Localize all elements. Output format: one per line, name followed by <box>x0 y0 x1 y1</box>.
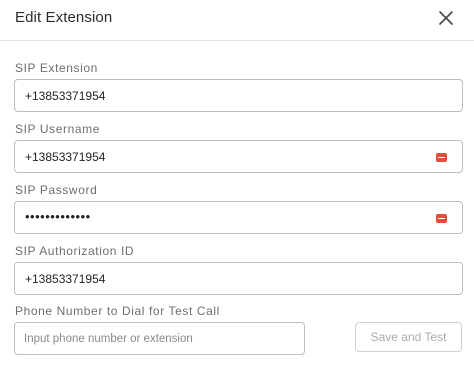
test-call-label: Phone Number to Dial for Test Call <box>15 304 220 318</box>
edit-extension-dialog: Edit Extension SIP Extension +1385337195… <box>0 0 474 366</box>
sip-extension-label: SIP Extension <box>15 61 98 75</box>
save-and-test-button[interactable]: Save and Test <box>355 322 462 352</box>
sip-username-label: SIP Username <box>15 122 101 136</box>
close-button[interactable] <box>434 7 458 31</box>
sip-password-field[interactable]: ••••••••••••• <box>14 201 463 234</box>
sip-authorization-id-value: +13853371954 <box>25 272 106 286</box>
sip-password-value: ••••••••••••• <box>25 209 91 224</box>
test-call-phone-input[interactable] <box>14 322 305 355</box>
sip-extension-value: +13853371954 <box>25 89 106 103</box>
password-manager-icon[interactable] <box>436 214 447 223</box>
close-icon <box>439 11 453 25</box>
sip-username-value: +13853371954 <box>25 150 106 164</box>
dialog-header: Edit Extension <box>0 0 474 41</box>
sip-password-label: SIP Password <box>15 183 98 197</box>
password-manager-icon[interactable] <box>436 153 447 162</box>
dialog-title: Edit Extension <box>15 9 113 26</box>
sip-authorization-id-field[interactable]: +13853371954 <box>14 262 463 295</box>
sip-extension-field[interactable]: +13853371954 <box>14 79 463 112</box>
sip-username-field[interactable]: +13853371954 <box>14 140 463 173</box>
sip-authorization-id-label: SIP Authorization ID <box>15 244 135 258</box>
